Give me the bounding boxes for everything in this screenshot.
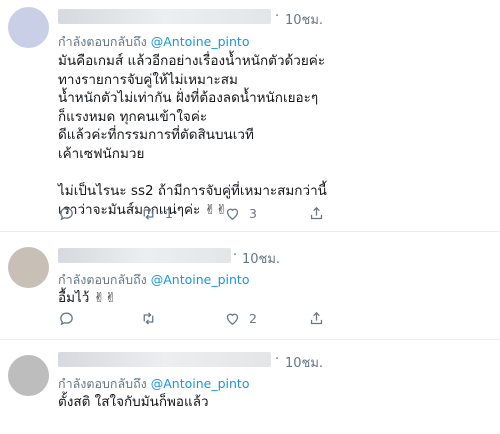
retweet-button[interactable]	[140, 310, 165, 327]
tweet[interactable]: · 10ชม. กำลังตอบกลับถึง @Antoine_pinto ต…	[0, 340, 500, 434]
mention-link[interactable]: @Antoine_pinto	[151, 272, 250, 287]
like-button[interactable]: 2	[224, 310, 257, 327]
avatar[interactable]	[8, 355, 49, 396]
reply-context: กำลังตอบกลับถึง @Antoine_pinto	[58, 270, 249, 290]
mention-link[interactable]: @Antoine_pinto	[151, 376, 250, 391]
tweet-line: ตั้งสติ ใสใจกับมันก็พอแล้ว	[58, 394, 209, 410]
tweet[interactable]: · 10ชม. กำลังตอบกลับถึง @Antoine_pinto อ…	[0, 232, 500, 340]
tweet-line: ทางรายการจับคู่ให้ไม่เหมาะสม	[58, 71, 238, 88]
tweet-line: น้ำหนักตัวไม่เท่ากัน ฝั่งที่ต้องลดน้ำหนั…	[58, 90, 319, 107]
tweet-line: ไม่เป็นไรนะ ss2 ถ้ามีการจับคู่ที่เหมาะสม…	[58, 183, 327, 200]
like-count: 3	[249, 206, 257, 221]
tweet-line: อื้มไว้ ✌✌	[58, 290, 117, 306]
tweet-line: เค้าเซฟนักมวย	[58, 145, 145, 162]
comment-icon	[60, 312, 73, 326]
like-count: 2	[249, 311, 257, 326]
heart-icon	[226, 208, 239, 220]
reply-context: กำลังตอบกลับถึง @Antoine_pinto	[58, 32, 249, 52]
reply-context: กำลังตอบกลับถึง @Antoine_pinto	[58, 374, 249, 394]
username-redacted[interactable]	[58, 248, 231, 263]
reply-button[interactable]	[58, 310, 75, 327]
tweet-text: อื้มไว้ ✌✌	[58, 289, 116, 308]
tweet-line: ดีแล้วค่ะที่กรรมการที่ตัดสินบนเวที	[58, 127, 254, 144]
separator-dot: ·	[233, 248, 238, 263]
tweet[interactable]: · 10ชม. กำลังตอบกลับถึง @Antoine_pinto ม…	[0, 0, 500, 232]
tweet-line	[58, 164, 327, 183]
tweet-line: มันคือเกมส์ แล้วอีกอย่างเรื่องน้ำหนักตัว…	[58, 53, 326, 69]
timestamp[interactable]: 10ชม.	[285, 352, 323, 373]
separator-dot: ·	[275, 352, 280, 367]
username-redacted[interactable]	[58, 352, 271, 367]
comment-icon	[60, 207, 73, 221]
tweet-actions: 2	[58, 310, 478, 330]
separator-dot: ·	[275, 9, 280, 24]
timestamp[interactable]: 10ชม.	[285, 9, 323, 30]
share-icon	[310, 206, 323, 220]
tweet-line: ก็แรงหมด ทุกคนเข้าใจค่ะ	[58, 108, 208, 125]
avatar[interactable]	[8, 7, 49, 48]
retweet-button[interactable]: 1	[140, 205, 173, 222]
share-icon	[310, 311, 323, 325]
heart-icon	[226, 313, 239, 325]
mention-link[interactable]: @Antoine_pinto	[151, 34, 250, 49]
reply-prefix: กำลังตอบกลับถึง	[58, 34, 147, 49]
avatar[interactable]	[8, 247, 49, 288]
tweet-text: ตั้งสติ ใสใจกับมันก็พอแล้ว	[58, 393, 209, 412]
retweet-count: 1	[165, 206, 173, 221]
share-button[interactable]	[308, 310, 325, 327]
reply-prefix: กำลังตอบกลับถึง	[58, 376, 147, 391]
tweet-text: มันคือเกมส์ แล้วอีกอย่างเรื่องน้ำหนักตัว…	[58, 52, 327, 219]
retweet-icon	[143, 312, 154, 325]
reply-prefix: กำลังตอบกลับถึง	[58, 272, 147, 287]
tweet-actions: 1 3	[58, 205, 478, 225]
share-button[interactable]	[308, 205, 325, 222]
timestamp[interactable]: 10ชม.	[242, 248, 280, 269]
reply-button[interactable]	[58, 205, 75, 222]
username-redacted[interactable]	[58, 9, 271, 24]
like-button[interactable]: 3	[224, 205, 257, 222]
retweet-icon	[143, 207, 154, 220]
